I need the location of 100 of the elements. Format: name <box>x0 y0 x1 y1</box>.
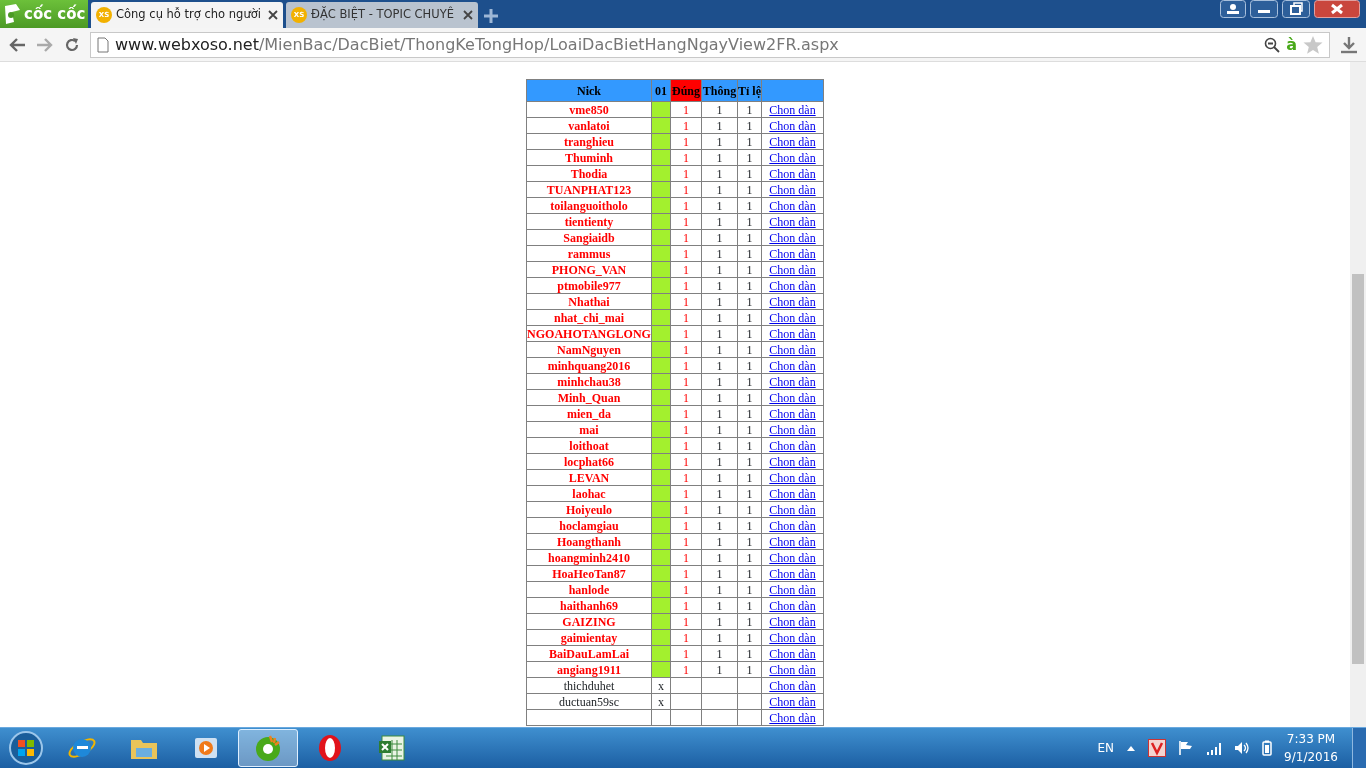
correct-cell: 1 <box>670 533 702 550</box>
restore-icon[interactable] <box>1282 0 1310 18</box>
flag-icon[interactable] <box>1178 740 1195 756</box>
nick-cell: Sangiaidb <box>526 229 652 246</box>
correct-cell: 1 <box>670 629 702 646</box>
user-icon[interactable] <box>1220 0 1246 18</box>
nick-cell: mai <box>526 421 652 438</box>
correct-cell: 1 <box>670 213 702 230</box>
total-cell: 1 <box>701 565 738 582</box>
url-text: www.webxoso.net/MienBac/DacBiet/ThongKeTongHop/LoaiDacBietHangNgayView2FR.aspx <box>115 33 839 56</box>
scroll-thumb[interactable] <box>1352 274 1364 664</box>
nick-cell: hoangminh2410 <box>526 549 652 566</box>
nick-cell: TUANPHAT123 <box>526 181 652 198</box>
correct-cell: 1 <box>670 293 702 310</box>
reload-icon[interactable] <box>64 36 80 53</box>
close-icon[interactable] <box>1314 0 1360 18</box>
ratio-cell: 1 <box>737 469 762 486</box>
ratio-cell: 1 <box>737 149 762 166</box>
total-cell: 1 <box>701 341 738 358</box>
total-cell: 1 <box>701 437 738 454</box>
clock-time[interactable]: 7:33 PM <box>1284 730 1338 748</box>
correct-cell: 1 <box>670 149 702 166</box>
page-icon <box>97 36 109 53</box>
download-icon[interactable] <box>1340 35 1358 54</box>
clock-date[interactable]: 9/1/2016 <box>1284 748 1338 766</box>
correct-cell: 1 <box>670 133 702 150</box>
zoom-out-icon[interactable] <box>1264 36 1281 53</box>
nick-cell: hoclamgiau <box>526 517 652 534</box>
total-cell: 1 <box>701 645 738 662</box>
ratio-cell: 1 <box>737 613 762 630</box>
nick-cell: ptmobile977 <box>526 277 652 294</box>
ratio-cell: 1 <box>737 213 762 230</box>
address-bar[interactable]: www.webxoso.net/MienBac/DacBiet/ThongKeTongHop/LoaiDacBietHangNgayView2FR.aspx à <box>90 31 1330 58</box>
total-cell: 1 <box>701 533 738 550</box>
taskbar-button[interactable] <box>238 729 298 767</box>
back-icon[interactable] <box>8 36 26 53</box>
total-cell: 1 <box>701 613 738 630</box>
correct-cell: 1 <box>670 101 702 118</box>
nick-cell: Hoangthanh <box>526 533 652 550</box>
total-cell: 1 <box>701 261 738 278</box>
nick-cell: haithanh69 <box>526 597 652 614</box>
correct-cell: 1 <box>670 501 702 518</box>
correct-cell: 1 <box>670 229 702 246</box>
total-cell: 1 <box>701 405 738 422</box>
signal-icon[interactable] <box>1206 741 1223 755</box>
nick-cell: BaiDauLamLai <box>526 645 652 662</box>
ratio-cell: 1 <box>737 165 762 182</box>
correct-cell: 1 <box>670 325 702 342</box>
nick-cell: minhchau38 <box>526 373 652 390</box>
ratio-cell: 1 <box>737 197 762 214</box>
tray-app-icon[interactable] <box>1148 739 1167 757</box>
nick-cell: vme850 <box>526 101 652 118</box>
nick-cell: tranghieu <box>526 133 652 150</box>
correct-cell: 1 <box>670 341 702 358</box>
total-cell: 1 <box>701 629 738 646</box>
battery-icon[interactable] <box>1262 740 1273 756</box>
total-cell: 1 <box>701 469 738 486</box>
nick-cell: Hoiyeulo <box>526 501 652 518</box>
nick-cell: rammus <box>526 245 652 262</box>
nick-cell: GAIZING <box>526 613 652 630</box>
nick-cell: gaimientay <box>526 629 652 646</box>
nick-cell: ductuan59sc <box>526 693 652 710</box>
total-cell: 1 <box>701 197 738 214</box>
ratio-cell: 1 <box>737 517 762 534</box>
show-desktop-button[interactable] <box>1352 728 1366 768</box>
ratio-cell: 1 <box>737 629 762 646</box>
total-cell: 1 <box>701 549 738 566</box>
column-header: Tỉ lệ <box>737 79 762 102</box>
correct-cell: 1 <box>670 517 702 534</box>
close-icon[interactable] <box>463 10 473 20</box>
correct-cell: 1 <box>670 421 702 438</box>
correct-cell: 1 <box>670 437 702 454</box>
language-indicator[interactable]: EN <box>1097 739 1115 757</box>
total-cell: 1 <box>701 389 738 406</box>
tab-title: Công cụ hỗ trợ cho người <box>116 6 262 24</box>
correct-cell: 1 <box>670 613 702 630</box>
correct-cell: 1 <box>670 277 702 294</box>
correct-cell: 1 <box>670 357 702 374</box>
correct-cell: 1 <box>670 389 702 406</box>
tab-title: ĐẶC BIỆT - TOPIC CHUYÊ <box>311 6 455 24</box>
correct-cell: 1 <box>670 405 702 422</box>
volume-icon[interactable] <box>1234 740 1251 756</box>
minimize-icon[interactable] <box>1250 0 1278 18</box>
nick-cell: Thuminh <box>526 149 652 166</box>
star-icon[interactable] <box>1303 34 1323 55</box>
scrollbar[interactable] <box>1350 62 1366 727</box>
nick-cell: NamNguyen <box>526 341 652 358</box>
total-cell: 1 <box>701 117 738 134</box>
correct-cell: 1 <box>670 181 702 198</box>
ratio-cell: 1 <box>737 229 762 246</box>
correct-cell: 1 <box>670 165 702 182</box>
nick-cell: hanlode <box>526 581 652 598</box>
close-icon[interactable] <box>268 10 278 20</box>
total-cell: 1 <box>701 133 738 150</box>
caret-icon[interactable] <box>1126 744 1137 752</box>
ratio-cell: 1 <box>737 325 762 342</box>
nick-cell: thichduhet <box>526 677 652 694</box>
nick-cell: HoaHeoTan87 <box>526 565 652 582</box>
correct-cell: 1 <box>670 373 702 390</box>
total-cell: 1 <box>701 165 738 182</box>
